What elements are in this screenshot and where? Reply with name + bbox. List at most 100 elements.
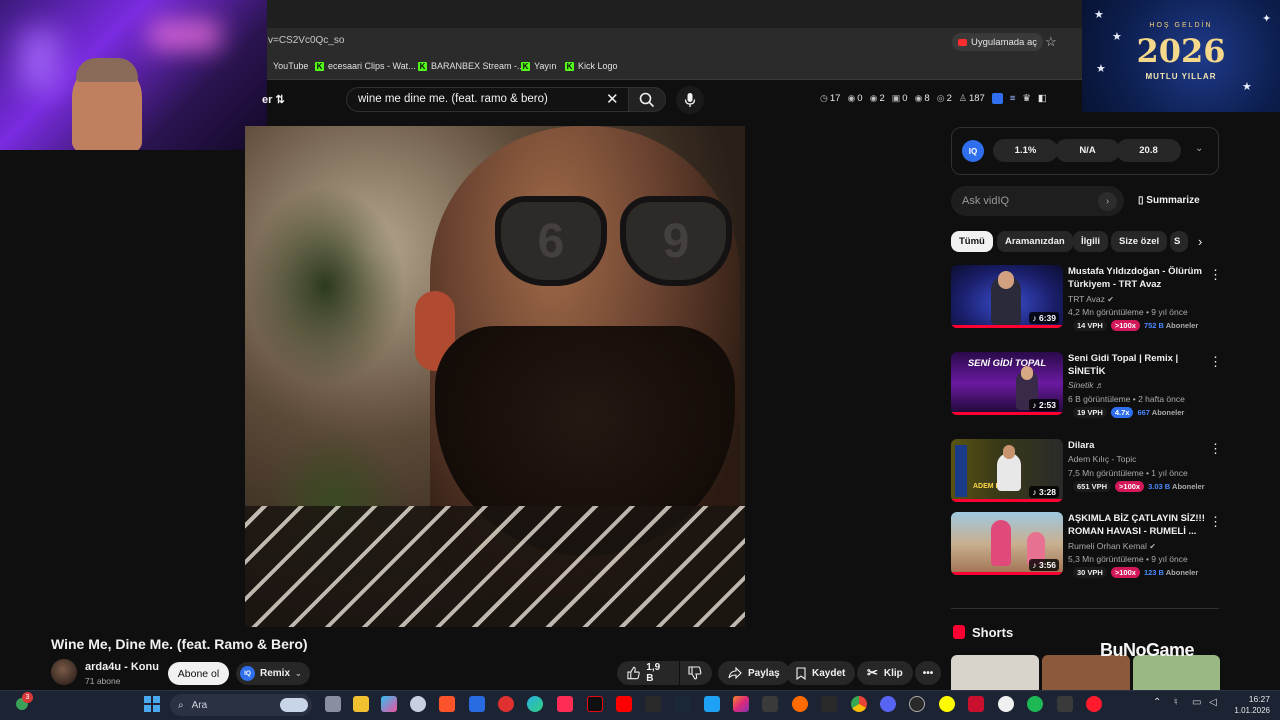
brave-browser-icon[interactable] — [439, 696, 455, 712]
obs-icon[interactable] — [909, 696, 925, 712]
chip-all[interactable]: Tümü — [951, 231, 993, 252]
yandex-icon[interactable] — [998, 696, 1014, 712]
recommendation-title[interactable]: AŞKIMLA BİZ ÇATLAYIN SİZ!!! ROMAN HAVASI… — [1068, 512, 1206, 538]
windows-start-icon[interactable] — [144, 696, 160, 712]
video-thumbnail[interactable]: SENİ GİDİ TOPAL ♪ 2:53 — [951, 352, 1063, 415]
notification-icon[interactable]: ◧ — [1038, 93, 1047, 104]
recommendation-title[interactable]: Seni Gidi Topal | Remix | SİNETİK — [1068, 352, 1206, 378]
search-button[interactable] — [628, 87, 666, 112]
filters-label: er — [262, 94, 273, 106]
network-icon[interactable]: ▭ — [1192, 697, 1201, 708]
taskbar-search[interactable]: ⌕ Ara — [170, 694, 312, 716]
voice-search-button[interactable] — [676, 86, 704, 114]
video-player[interactable]: 6 9 — [245, 126, 745, 627]
steam-icon[interactable] — [674, 696, 690, 712]
chip-for-you[interactable]: Size özel — [1111, 231, 1168, 252]
bookmark-yayin[interactable]: K Yayın — [521, 61, 556, 71]
shorts-icon — [953, 625, 965, 639]
edge-icon[interactable] — [527, 696, 543, 712]
chrome-icon[interactable] — [851, 696, 867, 712]
video-thumbnail[interactable]: ♪ 3:56 — [951, 512, 1063, 575]
task-view-icon[interactable] — [325, 696, 341, 712]
camera-icon[interactable] — [762, 696, 778, 712]
ask-vidiq-placeholder[interactable]: Ask vidIQ — [962, 195, 1009, 207]
extension-icon[interactable] — [991, 93, 1003, 104]
filters-button[interactable]: er ⇅ — [262, 93, 285, 106]
video-thumbnail[interactable]: ♪ 6:39 — [951, 265, 1063, 328]
chat-icon: ▣ — [891, 93, 901, 103]
remix-button[interactable]: IQ Remix ⌄ — [236, 662, 310, 685]
media-player-icon[interactable] — [498, 696, 514, 712]
wallet-icon[interactable] — [645, 696, 661, 712]
short-thumbnail[interactable] — [951, 655, 1039, 690]
microphone-tray-icon[interactable]: ♮ — [1174, 697, 1178, 708]
more-actions-button[interactable]: ••• — [915, 661, 941, 685]
chip-related[interactable]: İlgili — [1073, 231, 1108, 252]
recommendation-item[interactable]: ♪ 3:56 AŞKIMLA BİZ ÇATLAYIN SİZ!!! ROMAN… — [951, 512, 1222, 578]
store-icon[interactable] — [469, 696, 485, 712]
channel-name[interactable]: arda4u - Konu — [85, 661, 159, 673]
recommendation-channel[interactable]: Adem Kılıç - Topic — [1068, 454, 1136, 464]
bookmark-baranbex[interactable]: K BARANBEX Stream -... — [418, 61, 525, 71]
discord-icon[interactable] — [880, 696, 896, 712]
recommendation-title[interactable]: Mustafa Yıldızdoğan - Ölürüm Türkiyem - … — [1068, 265, 1206, 291]
clear-search-icon[interactable]: ✕ — [606, 90, 619, 108]
save-button[interactable]: Kaydet — [786, 661, 856, 685]
banner-welcome-text: HOŞ GELDİN — [1149, 22, 1213, 29]
chip-from-search[interactable]: Aramanızdan — [997, 231, 1073, 252]
ask-submit-arrow-icon[interactable]: › — [1098, 192, 1117, 211]
recommendation-item[interactable]: ♪ 6:39 Mustafa Yıldızdoğan - Ölürüm Türk… — [951, 265, 1222, 331]
open-in-app-button[interactable]: Uygulamada aç — [952, 33, 1044, 51]
snapchat-icon[interactable] — [939, 696, 955, 712]
like-button[interactable]: 1,9 B — [617, 661, 679, 685]
copilot-icon[interactable] — [381, 696, 397, 712]
list-icon[interactable]: ≡ — [1010, 93, 1016, 104]
settings-gear-icon[interactable] — [410, 696, 426, 712]
clock-time[interactable]: 16:27 — [1230, 694, 1270, 704]
recommendation-item[interactable]: ADEM KILIÇ ♪ 3:28 Dilara Adem Kılıç - To… — [951, 439, 1222, 505]
share-button[interactable]: Paylaş — [718, 661, 790, 685]
more-options-icon[interactable]: ⋮ — [1209, 441, 1222, 457]
bookmark-youtube[interactable]: YouTube — [273, 61, 308, 71]
chip-more[interactable]: S — [1170, 231, 1188, 252]
chip-next-arrow-icon[interactable]: › — [1198, 234, 1202, 249]
recommendation-title[interactable]: Dilara — [1068, 439, 1206, 452]
bookmark-ecesaari[interactable]: Kecesaari Clips - Wat... — [315, 61, 416, 71]
spotify-icon[interactable] — [1027, 696, 1043, 712]
instagram-icon[interactable] — [733, 696, 749, 712]
bookmark-kick-logo[interactable]: K Kick Logo — [565, 61, 618, 71]
summarize-button[interactable]: ▯ Summarize — [1138, 195, 1200, 206]
soundcloud-icon[interactable] — [792, 696, 808, 712]
more-options-icon[interactable]: ⋮ — [1209, 267, 1222, 283]
more-options-icon[interactable]: ⋮ — [1209, 354, 1222, 370]
file-explorer-icon[interactable] — [353, 696, 369, 712]
bookmark-label: Yayın — [534, 61, 557, 71]
chevron-up-icon[interactable]: ⌃ — [1153, 697, 1161, 708]
video-thumbnail[interactable]: ADEM KILIÇ ♪ 3:28 — [951, 439, 1063, 502]
bookmark-star-icon[interactable]: ☆ — [1045, 34, 1057, 50]
clock-date[interactable]: 1.01.2026 — [1228, 706, 1270, 715]
weather-widget-icon[interactable]: 3 — [14, 692, 33, 712]
netflix-icon[interactable] — [587, 696, 603, 712]
more-options-icon[interactable]: ⋮ — [1209, 514, 1222, 530]
opera-icon[interactable] — [1086, 696, 1102, 712]
search-query-text[interactable]: wine me dine me. (feat. ramo & bero) — [358, 93, 548, 105]
dislike-button[interactable] — [680, 661, 712, 685]
recommendation-channel[interactable]: Sinetik ♬ — [1068, 380, 1104, 390]
url-text[interactable]: v=CS2Vc0Qc_so — [268, 35, 344, 46]
trophy-icon[interactable]: ♛ — [1022, 93, 1031, 104]
subscribe-button[interactable]: Abone ol — [168, 662, 229, 685]
recommendation-item[interactable]: SENİ GİDİ TOPAL ♪ 2:53 Seni Gidi Topal |… — [951, 352, 1222, 418]
recommendation-channel[interactable]: Rumeli Orhan Kemal ✔ — [1068, 541, 1156, 551]
clip-button[interactable]: ✂ Klip — [857, 661, 913, 685]
volume-icon[interactable]: ◁ — [1209, 697, 1217, 708]
app-icon[interactable] — [1057, 696, 1073, 712]
epic-games-icon[interactable] — [821, 696, 837, 712]
recommendation-channel[interactable]: TRT Avaz ✔ — [1068, 294, 1114, 304]
channel-avatar[interactable] — [51, 659, 77, 685]
tiktok-icon[interactable] — [557, 696, 573, 712]
chevron-down-icon[interactable]: ⌄ — [1195, 143, 1203, 154]
twitter-icon[interactable] — [704, 696, 720, 712]
youtube-app-icon[interactable] — [616, 696, 632, 712]
mcafee-icon[interactable] — [968, 696, 984, 712]
